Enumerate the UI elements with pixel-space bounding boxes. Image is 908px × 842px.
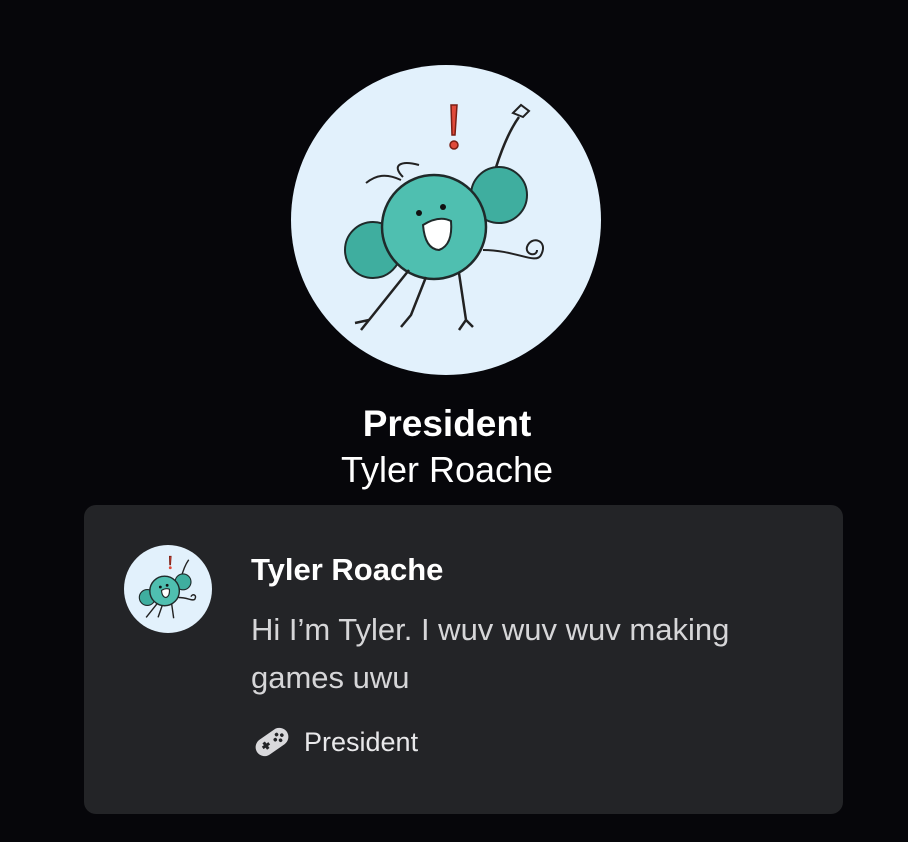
- card-role: President: [250, 722, 418, 762]
- gamepad-icon: [250, 722, 294, 762]
- mascot-image: [344, 103, 544, 331]
- team-member-page: President Tyler Roache Tyler Roache Hi I…: [0, 0, 908, 842]
- card-avatar: [124, 545, 212, 633]
- profile-avatar: [291, 65, 601, 375]
- card-role-label: President: [304, 727, 419, 757]
- mascot-image-small: [138, 555, 197, 619]
- profile-card: Tyler Roache Hi I’m Tyler. I wuv wuv wuv…: [84, 505, 843, 814]
- person-name: Tyler Roache: [340, 449, 554, 490]
- card-name: Tyler Roache: [251, 552, 444, 587]
- role-title: President: [362, 403, 532, 444]
- card-bio: Hi I’m Tyler. I wuv wuv wuv making games…: [251, 612, 730, 695]
